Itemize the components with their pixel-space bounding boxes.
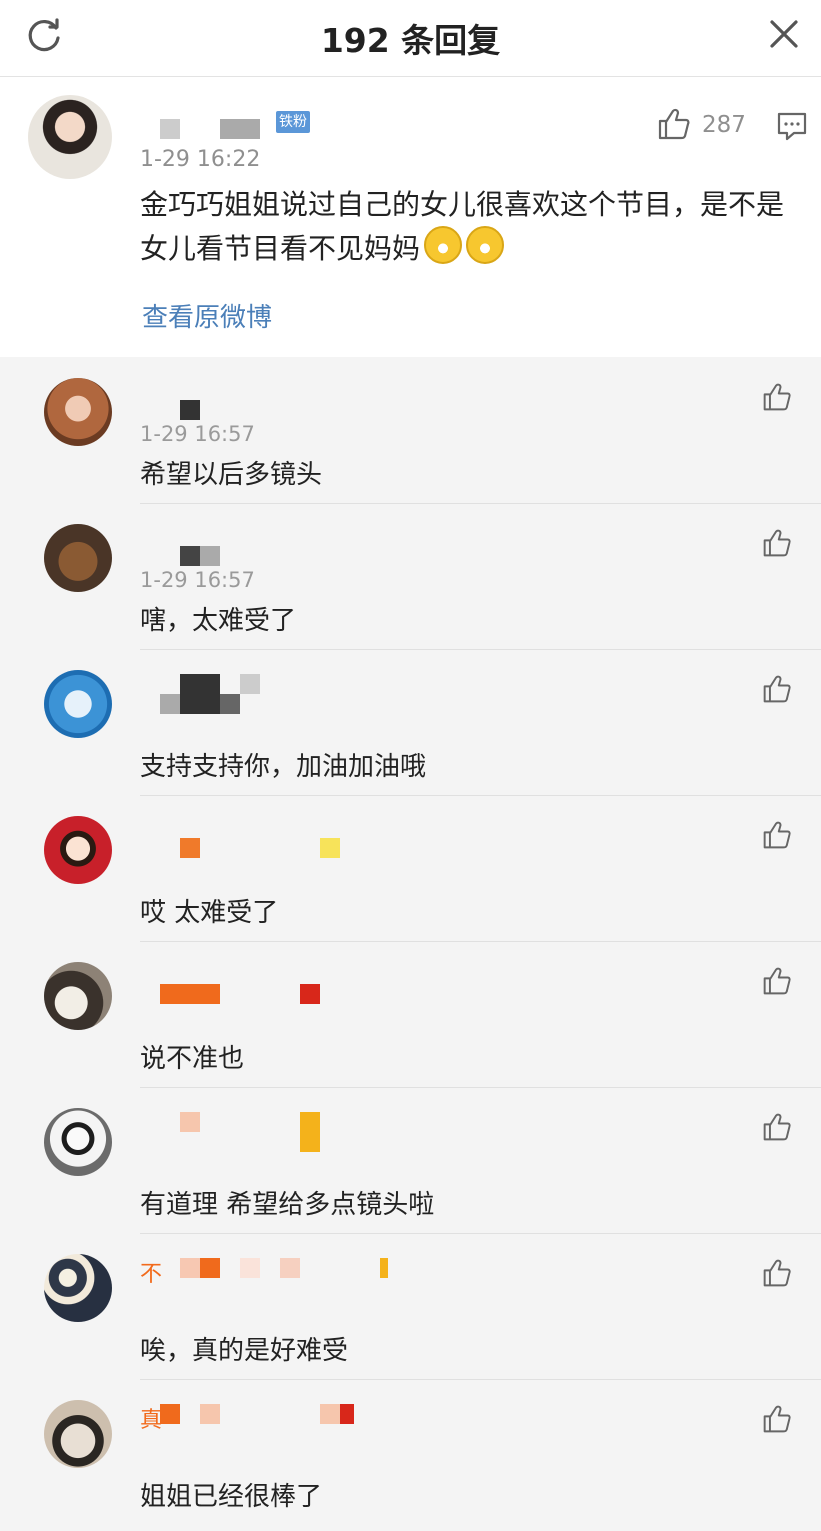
reply-text: 姐姐已经很棒了	[140, 1482, 323, 1512]
avatar[interactable]	[44, 1254, 112, 1322]
comment-text: 金巧巧姐姐说过自己的女儿很喜欢这个节目，是不是女儿看节目看不见妈妈	[140, 188, 785, 265]
reply-item: 真 姐姐已经很棒了	[0, 1380, 821, 1525]
reply-text: 哎 太难受了	[140, 898, 279, 928]
nickname-blur	[180, 1112, 200, 1132]
fan-badge: 铁粉	[276, 111, 310, 133]
thumbs-up-icon[interactable]	[762, 674, 792, 704]
reply-time: 1-29 16:57	[140, 422, 255, 446]
reply-item: 不 唉，真的是好难受	[0, 1234, 821, 1380]
avatar[interactable]	[44, 1400, 112, 1468]
nickname-blur	[200, 1404, 220, 1424]
thumbs-up-icon[interactable]	[762, 1258, 792, 1288]
thumbs-up-icon[interactable]	[762, 1112, 792, 1142]
nickname-blur	[200, 1258, 220, 1278]
nickname-blur	[320, 1404, 340, 1424]
avatar[interactable]	[44, 670, 112, 738]
nickname-blur	[220, 119, 260, 139]
reply-item: 说不准也	[0, 942, 821, 1088]
nickname-blur	[180, 838, 200, 858]
view-original-link[interactable]: 查看原微博	[142, 297, 272, 334]
crying-laugh-emoji-icon	[466, 226, 505, 264]
nickname-fragment[interactable]: 真	[140, 1402, 162, 1434]
nickname-blur	[160, 1404, 180, 1424]
reply-item: 支持支持你，加油加油哦	[0, 650, 821, 796]
reply-time: 1-29 16:57	[140, 568, 255, 592]
avatar[interactable]	[44, 524, 112, 592]
nickname-blur	[300, 1112, 320, 1152]
nickname-fragment[interactable]: 不	[140, 1256, 162, 1288]
thumbs-up-icon[interactable]	[762, 528, 792, 558]
main-comment: 铁粉 1-29 16:22 287 金巧巧姐姐说过自己的女儿很喜欢这个节目，是不…	[0, 77, 821, 357]
nickname-blur	[280, 1258, 300, 1278]
thumbs-up-icon[interactable]	[657, 107, 691, 141]
reply-text: 希望以后多镜头	[140, 460, 323, 490]
reply-text: 唉，真的是好难受	[140, 1336, 349, 1366]
thumbs-up-icon[interactable]	[762, 966, 792, 996]
reply-text: 嗐，太难受了	[140, 606, 297, 636]
nickname-blur	[200, 546, 220, 566]
avatar[interactable]	[44, 962, 112, 1030]
nickname-blur	[240, 1258, 260, 1278]
like-count: 287	[702, 112, 746, 138]
nickname-blur	[180, 1258, 200, 1278]
header-bar: 192 条回复	[0, 0, 821, 77]
reply-item: 1-29 16:57 嗐，太难受了	[0, 504, 821, 650]
reply-list: 1-29 16:57 希望以后多镜头 1-29 16:57 嗐，太难受了 支持支…	[0, 358, 821, 1525]
nickname-blur	[160, 984, 220, 1004]
thumbs-up-icon[interactable]	[762, 820, 792, 850]
avatar[interactable]	[44, 1108, 112, 1176]
reply-item: 哎 太难受了	[0, 796, 821, 942]
thumbs-up-icon[interactable]	[762, 382, 792, 412]
comment-icon[interactable]	[776, 110, 808, 142]
reply-text: 有道理 希望给多点镜头啦	[140, 1190, 435, 1220]
reply-item: 1-29 16:57 希望以后多镜头	[0, 358, 821, 504]
reply-item: 有道理 希望给多点镜头啦	[0, 1088, 821, 1234]
nickname-blur	[220, 694, 240, 714]
comment-time: 1-29 16:22	[140, 147, 261, 172]
avatar[interactable]	[44, 816, 112, 884]
avatar[interactable]	[28, 95, 112, 179]
nickname-blur	[240, 674, 260, 694]
nickname-blur	[180, 674, 220, 714]
reply-text: 支持支持你，加油加油哦	[140, 752, 427, 782]
nickname-blur	[160, 694, 180, 714]
avatar[interactable]	[44, 378, 112, 446]
nickname-blur	[300, 984, 320, 1004]
reply-text: 说不准也	[140, 1044, 245, 1074]
nickname-blur	[380, 1258, 388, 1278]
nickname-blur	[320, 838, 340, 858]
close-icon[interactable]	[768, 18, 800, 50]
crying-laugh-emoji-icon	[424, 226, 463, 264]
thumbs-up-icon[interactable]	[762, 1404, 792, 1434]
page-title: 192 条回复	[320, 21, 501, 60]
nickname-blur	[180, 400, 200, 420]
nickname-blur	[160, 119, 180, 139]
nickname-blur	[180, 546, 200, 566]
nickname-blur	[340, 1404, 354, 1424]
